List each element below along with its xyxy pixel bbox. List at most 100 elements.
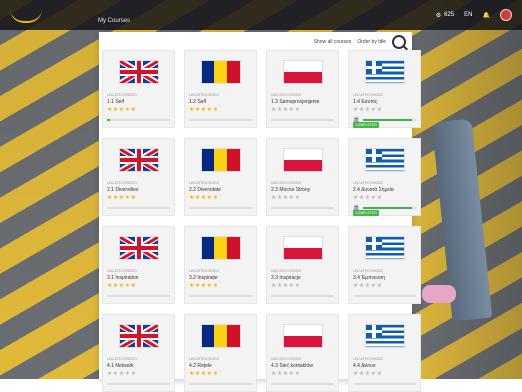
course-thumbnail[interactable]	[189, 321, 252, 351]
course-category: UNCATEGORIZED	[189, 93, 220, 97]
course-card[interactable]: UNCATEGORIZED 1.3 Samoprocjenjenie ★★★★★	[266, 50, 339, 128]
star-icon: ★	[376, 107, 383, 113]
course-thumbnail[interactable]	[353, 57, 416, 87]
course-card[interactable]: UNCATEGORIZED 3.1 Inspiration ★★★★★	[102, 226, 175, 304]
course-title[interactable]: 4.4 Δίκτυο	[353, 363, 416, 369]
course-grid: UNCATEGORIZED 1.1 Self ★★★★★ UNCATEGORIZED 1…	[99, 50, 421, 392]
rating-stars: ★★★★★	[107, 106, 170, 113]
course-title[interactable]: 3.3 Inspiracje	[271, 275, 334, 281]
romania-flag-image	[200, 148, 241, 172]
uk-flag-image	[118, 148, 159, 172]
course-card[interactable]: UNCATEGORIZED 4.3 Sieć kontaktów ★★★★★	[266, 314, 339, 392]
course-thumbnail[interactable]	[271, 233, 334, 263]
course-thumbnail[interactable]	[189, 57, 252, 87]
star-icon: ★	[294, 283, 301, 289]
rating-stars: ★★★★★	[271, 370, 334, 377]
course-card[interactable]: UNCATEGORIZED 1.2 Self ★★★★★	[184, 50, 257, 128]
star-icon: ★	[130, 107, 137, 113]
romania-flag-image	[200, 324, 241, 348]
certificate-icon[interactable]: 🏛	[353, 117, 359, 123]
course-category: UNCATEGORIZED	[189, 269, 220, 273]
course-thumbnail[interactable]	[189, 145, 252, 175]
course-card[interactable]: UNCATEGORIZED 3.4 Έμπνευση ★★★★★	[348, 226, 421, 304]
progress-fill	[107, 119, 111, 121]
course-thumbnail[interactable]	[271, 57, 334, 87]
progress-bar	[271, 207, 334, 209]
course-title[interactable]: 1.4 Εαυτός	[353, 99, 416, 105]
course-thumbnail[interactable]	[353, 233, 416, 263]
search-icon[interactable]	[392, 35, 406, 49]
course-category: UNCATEGORIZED	[271, 357, 302, 361]
course-thumbnail[interactable]	[353, 321, 416, 351]
course-category: UNCATEGORIZED	[353, 269, 384, 273]
course-thumbnail[interactable]	[189, 233, 252, 263]
app-logo[interactable]	[10, 7, 42, 23]
course-thumbnail[interactable]	[107, 233, 170, 263]
course-title[interactable]: 3.1 Inspiration	[107, 275, 170, 281]
top-navigation-bar: ⚙ 625 EN 🔔	[0, 0, 522, 30]
star-icon: ★	[130, 283, 137, 289]
course-thumbnail[interactable]	[271, 145, 334, 175]
rating-stars: ★★★★★	[353, 282, 416, 289]
uk-flag-image	[118, 236, 159, 260]
course-category: UNCATEGORIZED	[107, 269, 138, 273]
breadcrumb[interactable]: My Courses	[98, 18, 130, 24]
show-filter[interactable]: Show all courses	[314, 39, 352, 45]
points-indicator[interactable]: ⚙ 625	[436, 12, 454, 19]
star-icon: ★	[212, 195, 219, 201]
language-label: EN	[464, 12, 473, 18]
star-icon: ★	[376, 195, 383, 201]
course-card[interactable]: UNCATEGORIZED 2.2 Diversitate ★★★★★	[184, 138, 257, 216]
course-title[interactable]: 1.1 Self	[107, 99, 170, 105]
course-thumbnail[interactable]	[353, 145, 416, 175]
course-card[interactable]: UNCATEGORIZED 1.1 Self ★★★★★	[102, 50, 175, 128]
course-card[interactable]: UNCATEGORIZED 4.2 Rețele ★★★★★	[184, 314, 257, 392]
greece-flag-image	[364, 60, 405, 84]
course-category: UNCATEGORIZED	[271, 181, 302, 185]
course-category: UNCATEGORIZED	[107, 181, 138, 185]
course-title[interactable]: 2.1 Diversities	[107, 187, 170, 193]
course-card[interactable]: UNCATEGORIZED 2.4 Δυνατά Σημεία ★★★★★ COMPL…	[348, 138, 421, 216]
course-title[interactable]: 1.2 Self	[189, 99, 252, 105]
rating-stars: ★★★★★	[271, 194, 334, 201]
certificate-icon[interactable]: 🏛	[353, 205, 359, 211]
rating-stars: ★★★★★	[353, 194, 416, 201]
notifications-button[interactable]: 🔔	[483, 12, 490, 19]
course-title[interactable]: 1.3 Samoprocjenjenie	[271, 99, 334, 105]
greece-flag-image	[364, 324, 405, 348]
course-card[interactable]: UNCATEGORIZED 4.4 Δίκτυο ★★★★★	[348, 314, 421, 392]
poland-flag-image	[282, 148, 323, 172]
progress-bar	[271, 119, 334, 121]
order-filter[interactable]: Order by title	[357, 39, 386, 45]
course-thumbnail[interactable]	[107, 145, 170, 175]
course-card[interactable]: UNCATEGORIZED 2.1 Diversities ★★★★★	[102, 138, 175, 216]
course-card[interactable]: UNCATEGORIZED 2.3 Mocne Strony ★★★★★	[266, 138, 339, 216]
course-title[interactable]: 2.3 Mocne Strony	[271, 187, 334, 193]
course-title[interactable]: 3.4 Έμπνευση	[353, 275, 416, 281]
progress-bar	[363, 207, 416, 209]
star-icon: ★	[294, 195, 301, 201]
course-thumbnail[interactable]	[107, 321, 170, 351]
language-selector[interactable]: EN	[464, 12, 472, 18]
course-category: UNCATEGORIZED	[353, 181, 384, 185]
rating-stars: ★★★★★	[107, 194, 170, 201]
course-title[interactable]: 4.2 Rețele	[189, 363, 252, 369]
course-card[interactable]: UNCATEGORIZED 1.4 Εαυτός ★★★★★ COMPLETED 🏛	[348, 50, 421, 128]
user-avatar[interactable]	[500, 9, 512, 21]
rating-stars: ★★★★★	[189, 370, 252, 377]
progress-bar	[271, 383, 334, 385]
course-card[interactable]: UNCATEGORIZED 3.3 Inspiracje ★★★★★	[266, 226, 339, 304]
course-card[interactable]: UNCATEGORIZED 3.2 Inspirație ★★★★★	[184, 226, 257, 304]
course-card[interactable]: UNCATEGORIZED 4.1 Network ★★★★★	[102, 314, 175, 392]
course-category: UNCATEGORIZED	[107, 93, 138, 97]
course-title[interactable]: 3.2 Inspirație	[189, 275, 252, 281]
course-title[interactable]: 4.3 Sieć kontaktów	[271, 363, 334, 369]
course-thumbnail[interactable]	[107, 57, 170, 87]
course-title[interactable]: 2.4 Δυνατά Σημεία	[353, 187, 416, 193]
romania-flag-image	[200, 236, 241, 260]
course-thumbnail[interactable]	[271, 321, 334, 351]
rating-stars: ★★★★★	[271, 106, 334, 113]
course-title[interactable]: 2.2 Diversitate	[189, 187, 252, 193]
star-icon: ★	[294, 107, 301, 113]
course-title[interactable]: 4.1 Network	[107, 363, 170, 369]
